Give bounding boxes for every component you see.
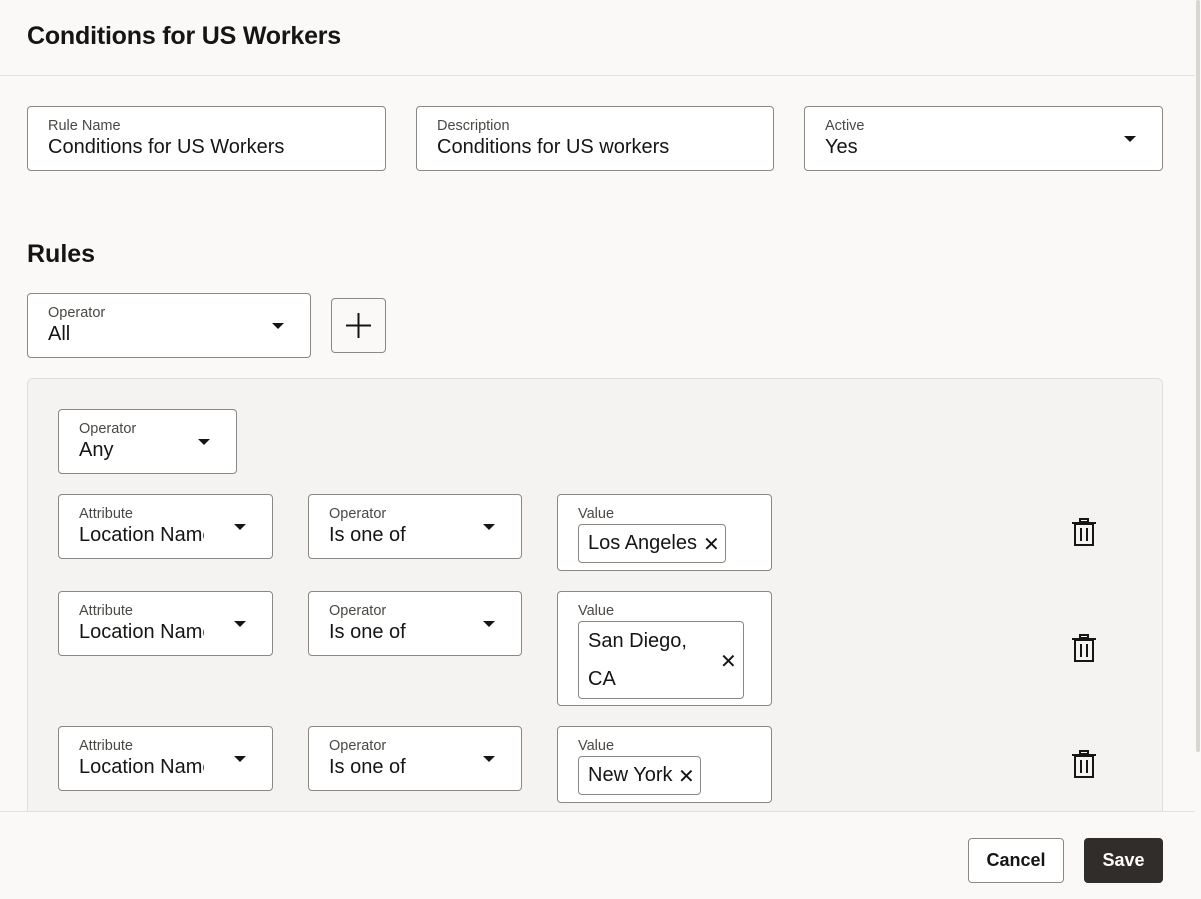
scrollbar[interactable] [1195,0,1201,899]
attribute-value: Location Name [79,756,204,778]
value-chip: Los Angeles ✕ [578,524,726,563]
save-button[interactable]: Save [1084,838,1163,883]
chip-label-line-2: CA [588,668,616,690]
trash-icon[interactable] [1071,518,1097,546]
caret-down-icon[interactable] [234,756,246,762]
close-icon[interactable]: ✕ [720,649,737,674]
description-value[interactable]: Conditions for US workers [437,136,767,159]
condition-1-operator-select[interactable]: Operator Is one of [308,494,522,559]
dialog-footer: Cancel Save [0,811,1195,899]
chip-label: Los Angeles [588,532,697,554]
caret-down-icon[interactable] [483,621,495,627]
cancel-button[interactable]: Cancel [968,838,1064,883]
rules-operator-value: All [48,323,71,345]
active-label: Active [825,118,865,134]
value-chip: New York ✕ [578,756,701,795]
value-chip: San Diego, CA ✕ [578,621,744,699]
condition-1-attribute-select[interactable]: Attribute Location Name [58,494,273,559]
attribute-label: Attribute [79,506,133,522]
condition-3-attribute-select[interactable]: Attribute Location Name [58,726,273,791]
caret-down-icon[interactable] [198,439,210,445]
caret-down-icon[interactable] [1124,136,1136,142]
caret-down-icon[interactable] [272,323,284,329]
attribute-label: Attribute [79,603,133,619]
attribute-value: Location Name [79,621,204,643]
description-label: Description [437,118,510,134]
operator-value: Is one of [329,621,406,643]
plus-icon [346,313,371,338]
condition-2-attribute-select[interactable]: Attribute Location Name [58,591,273,656]
active-value: Yes [825,136,858,158]
operator-label: Operator [329,738,387,754]
condition-1-value-field[interactable]: Value Los Angeles ✕ [557,494,772,571]
group-operator-label: Operator [79,421,137,437]
caret-down-icon[interactable] [483,756,495,762]
trash-icon[interactable] [1071,750,1097,778]
rules-section-title: Rules [27,240,96,268]
add-rule-button[interactable] [331,298,386,353]
caret-down-icon[interactable] [234,621,246,627]
description-field[interactable]: Description Conditions for US workers [416,106,774,171]
operator-label: Operator [329,603,387,619]
page-title: Conditions for US Workers [27,22,342,50]
rules-operator-select[interactable]: Operator All [27,293,311,358]
attribute-value: Location Name [79,524,204,546]
rules-operator-label: Operator [48,305,106,321]
dialog-header: Conditions for US Workers [0,0,1195,76]
condition-3-value-field[interactable]: Value New York ✕ [557,726,772,803]
rule-name-value[interactable]: Conditions for US Workers [48,136,378,159]
operator-value: Is one of [329,524,406,546]
condition-2-value-field[interactable]: Value San Diego, CA ✕ [557,591,772,706]
operator-value: Is one of [329,756,406,778]
rule-name-field[interactable]: Rule Name Conditions for US Workers [27,106,386,171]
operator-label: Operator [329,506,387,522]
caret-down-icon[interactable] [483,524,495,530]
value-label: Value [578,506,615,522]
value-label: Value [578,603,615,619]
group-operator-value: Any [79,439,114,461]
close-icon[interactable]: ✕ [703,532,720,557]
chip-label: New York [588,764,673,786]
trash-icon[interactable] [1071,634,1097,662]
attribute-label: Attribute [79,738,133,754]
scrollbar-thumb[interactable] [1196,0,1200,752]
active-select[interactable]: Active Yes [804,106,1163,171]
rule-name-label: Rule Name [48,118,121,134]
chip-label-line-1: San Diego, [588,630,687,652]
group-operator-select[interactable]: Operator Any [58,409,237,474]
caret-down-icon[interactable] [234,524,246,530]
close-icon[interactable]: ✕ [678,764,695,789]
condition-2-operator-select[interactable]: Operator Is one of [308,591,522,656]
condition-3-operator-select[interactable]: Operator Is one of [308,726,522,791]
value-label: Value [578,738,615,754]
